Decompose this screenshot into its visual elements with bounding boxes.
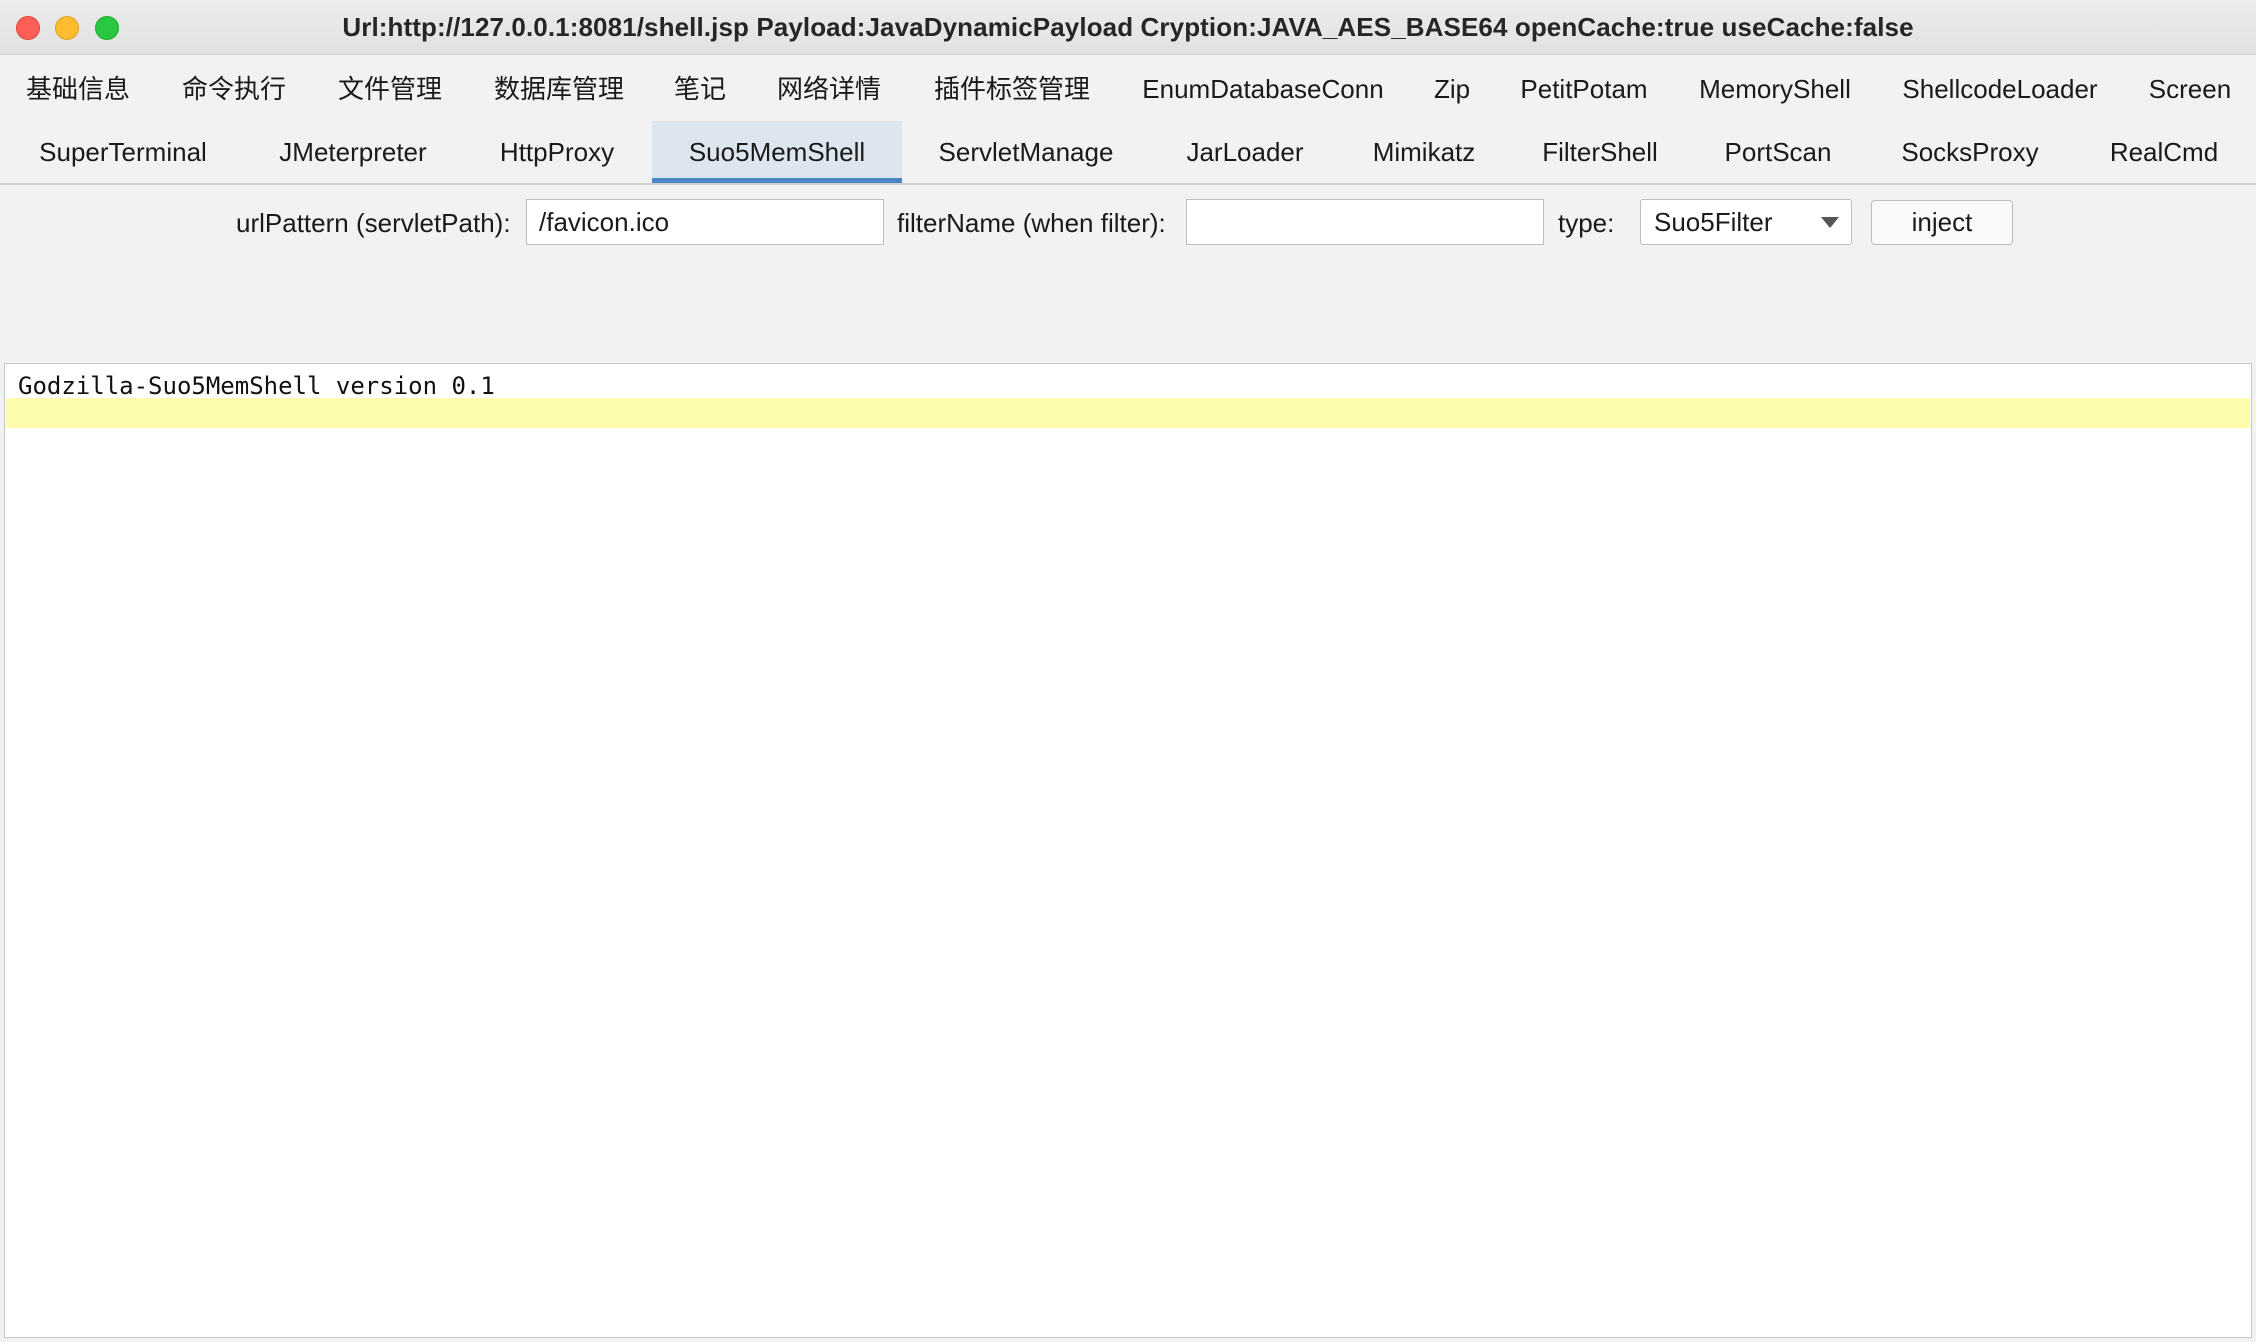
tab-file-manager[interactable]: 文件管理 xyxy=(316,58,464,120)
filter-name-label: filterName (when filter): xyxy=(897,208,1166,238)
tab-shellcode-loader[interactable]: ShellcodeLoader xyxy=(1880,58,2120,120)
tab-database-manager[interactable]: 数据库管理 xyxy=(472,58,646,120)
tab-memory-shell[interactable]: MemoryShell xyxy=(1678,58,1872,120)
tab-mimikatz[interactable]: Mimikatz xyxy=(1352,121,1496,183)
tab-plugin-tag-manager[interactable]: 插件标签管理 xyxy=(912,58,1112,120)
filter-name-input[interactable] xyxy=(1186,199,1544,245)
window-title: Url:http://127.0.0.1:8081/shell.jsp Payl… xyxy=(342,12,1914,42)
tab-port-scan[interactable]: PortScan xyxy=(1704,121,1852,183)
type-select-value: Suo5Filter xyxy=(1654,207,1773,237)
tab-notes[interactable]: 笔记 xyxy=(654,58,746,120)
tab-divider xyxy=(0,183,2256,185)
tab-enum-database-conn[interactable]: EnumDatabaseConn xyxy=(1120,58,1406,120)
chevron-down-icon xyxy=(1821,217,1839,228)
tab-jmeterpreter[interactable]: JMeterpreter xyxy=(250,121,456,183)
output-line: Godzilla-Suo5MemShell version 0.1 xyxy=(18,372,495,400)
output-text-area[interactable]: Godzilla-Suo5MemShell version 0.1 xyxy=(4,363,2252,1338)
app-window: Url:http://127.0.0.1:8081/shell.jsp Payl… xyxy=(0,0,2256,1342)
tab-row-2: SuperTerminal JMeterpreter HttpProxy Suo… xyxy=(0,121,2256,183)
tab-suo5-mem-shell[interactable]: Suo5MemShell xyxy=(652,121,902,183)
tab-socks-proxy[interactable]: SocksProxy xyxy=(1870,121,2070,183)
inject-button[interactable]: inject xyxy=(1871,200,2013,245)
url-pattern-input[interactable] xyxy=(526,199,884,245)
tab-real-cmd[interactable]: RealCmd xyxy=(2088,121,2240,183)
type-label: type: xyxy=(1558,208,1615,238)
tab-basic-info[interactable]: 基础信息 xyxy=(4,58,152,120)
tab-http-proxy[interactable]: HttpProxy xyxy=(474,121,640,183)
current-line-highlight xyxy=(6,398,2250,428)
tab-network-details[interactable]: 网络详情 xyxy=(754,58,904,120)
url-pattern-label: urlPattern (servletPath): xyxy=(236,208,511,238)
tab-screen[interactable]: Screen xyxy=(2128,58,2252,120)
title-bar: Url:http://127.0.0.1:8081/shell.jsp Payl… xyxy=(0,0,2256,55)
tab-super-terminal[interactable]: SuperTerminal xyxy=(14,121,232,183)
tab-zip[interactable]: Zip xyxy=(1414,58,1490,120)
tab-row-1: 基础信息 命令执行 文件管理 数据库管理 笔记 网络详情 插件标签管理 Enum… xyxy=(0,58,2256,120)
tab-servlet-manage[interactable]: ServletManage xyxy=(914,121,1138,183)
type-select[interactable]: Suo5Filter xyxy=(1640,199,1852,245)
tab-petitpotam[interactable]: PetitPotam xyxy=(1498,58,1670,120)
tab-command-exec[interactable]: 命令执行 xyxy=(160,58,308,120)
tab-filter-shell[interactable]: FilterShell xyxy=(1514,121,1686,183)
tab-jar-loader[interactable]: JarLoader xyxy=(1156,121,1334,183)
